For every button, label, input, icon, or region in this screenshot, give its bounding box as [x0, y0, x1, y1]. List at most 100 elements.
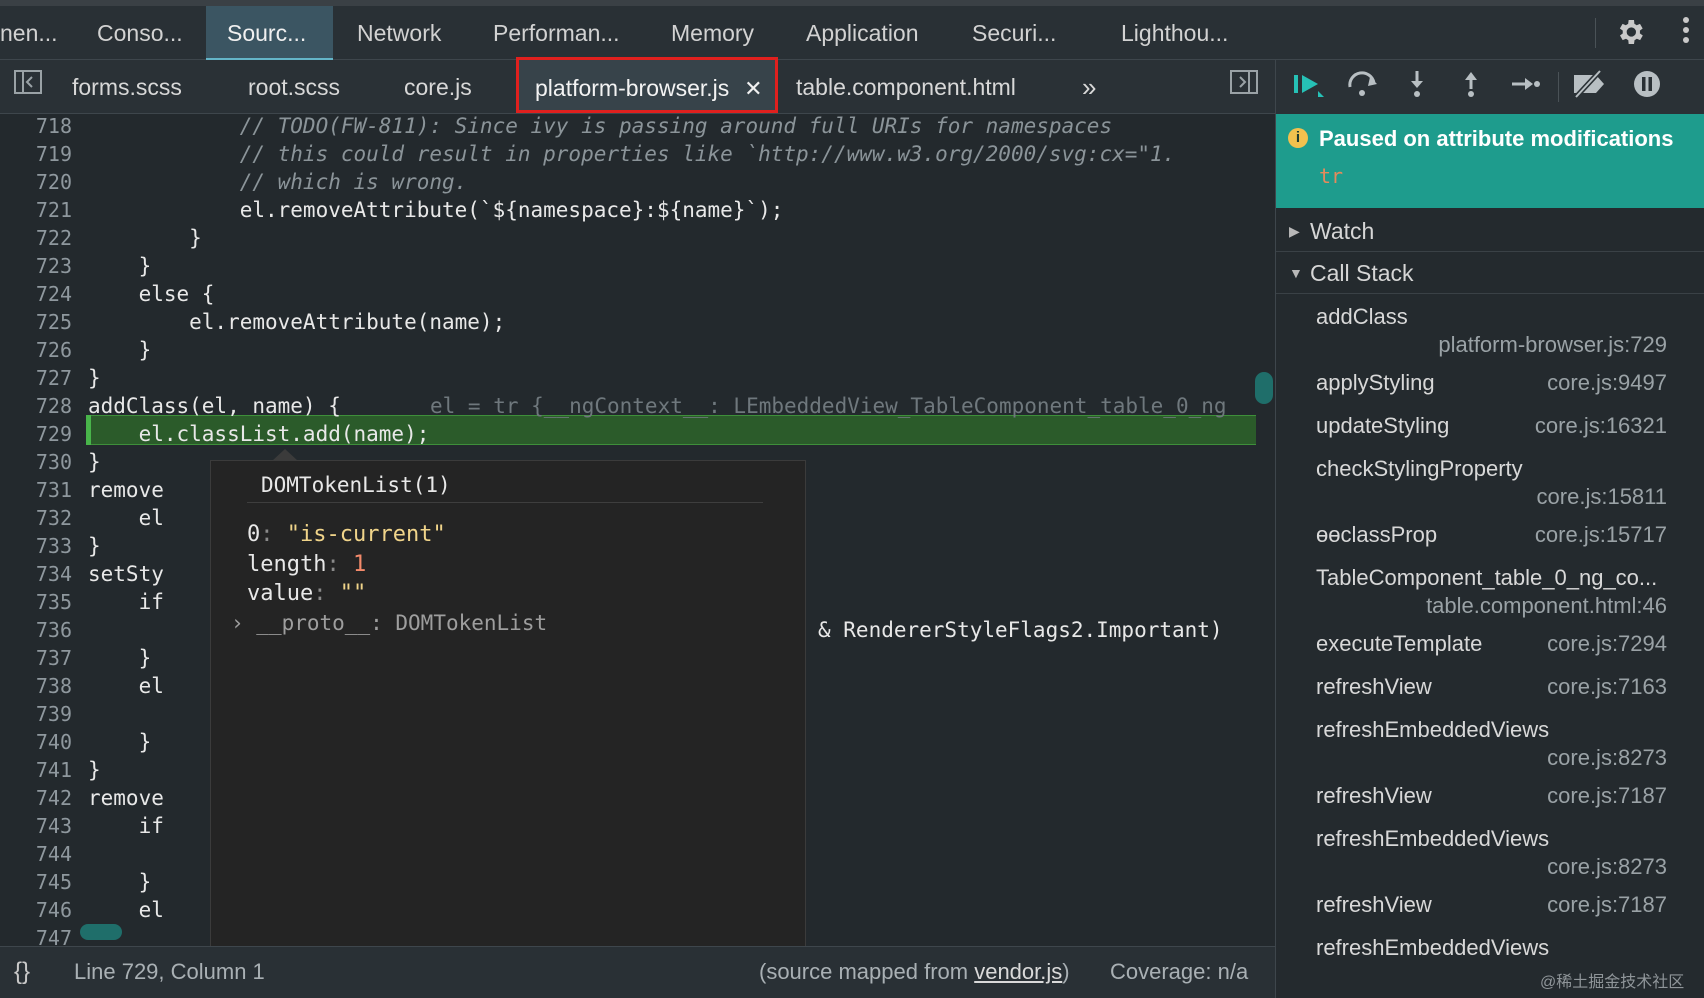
code-line[interactable]: else {: [88, 282, 215, 310]
call-frame[interactable]: refreshView core.js:7187: [1276, 886, 1704, 929]
call-frame[interactable]: TableComponent_table_0_ng_co... table.com…: [1276, 559, 1704, 625]
line-number[interactable]: 719: [0, 142, 72, 166]
code-line[interactable]: el: [88, 898, 164, 926]
navigator-toggle-icon[interactable]: [10, 68, 46, 104]
code-line[interactable]: remove: [88, 786, 164, 814]
line-number[interactable]: 747: [0, 926, 72, 946]
call-frame-location[interactable]: table.component.html:46: [1426, 593, 1667, 619]
code-line[interactable]: // this could result in properties like …: [88, 142, 1176, 170]
code-line[interactable]: remove: [88, 478, 164, 506]
object-preview-popover[interactable]: DOMTokenList(1) 0: "is-current" length: …: [210, 460, 806, 957]
section-watch[interactable]: ▶ Watch: [1276, 210, 1704, 252]
call-frame[interactable]: refreshView core.js:7187: [1276, 777, 1704, 820]
line-number[interactable]: 718: [0, 114, 72, 138]
call-frame-location[interactable]: core.js:8273: [1547, 745, 1667, 771]
code-line[interactable]: }: [88, 534, 101, 562]
line-number[interactable]: 736: [0, 618, 72, 642]
call-frame[interactable]: refreshView core.js:7163: [1276, 668, 1704, 711]
line-number[interactable]: 741: [0, 758, 72, 782]
line-number[interactable]: 745: [0, 870, 72, 894]
line-number[interactable]: 725: [0, 310, 72, 334]
call-frame[interactable]: ɵɵclassProp core.js:15717: [1276, 516, 1704, 559]
line-number[interactable]: 726: [0, 338, 72, 362]
line-number[interactable]: 733: [0, 534, 72, 558]
line-number[interactable]: 746: [0, 898, 72, 922]
tab-lighthouse[interactable]: Lighthou...: [1121, 6, 1228, 60]
code-line[interactable]: }: [88, 870, 152, 898]
code-line[interactable]: }: [88, 366, 101, 394]
line-number[interactable]: 720: [0, 170, 72, 194]
double-chevron-icon[interactable]: »: [1082, 60, 1096, 114]
tab-network[interactable]: Network: [357, 6, 441, 60]
horizontal-scrollbar-thumb[interactable]: [80, 924, 122, 940]
code-line[interactable]: }: [88, 450, 101, 478]
code-line[interactable]: // TODO(FW-811): Since ivy is passing ar…: [88, 114, 1112, 142]
call-frame-location[interactable]: core.js:7163: [1547, 674, 1667, 700]
source-map-link[interactable]: vendor.js: [974, 959, 1062, 984]
call-frame[interactable]: refreshEmbeddedViews core.js:8273: [1276, 820, 1704, 886]
call-frame[interactable]: refreshEmbeddedViews core.js:8273: [1276, 711, 1704, 777]
code-line[interactable]: el.removeAttribute(name);: [88, 310, 505, 338]
file-tab-platform-browser-js[interactable]: platform-browser.js ✕: [516, 57, 778, 113]
resume-icon[interactable]: [1290, 69, 1328, 105]
code-line[interactable]: if: [88, 590, 164, 618]
line-number[interactable]: 744: [0, 842, 72, 866]
gear-icon[interactable]: [1612, 16, 1648, 52]
kebab-icon[interactable]: [1668, 16, 1704, 52]
line-number[interactable]: 729: [0, 422, 72, 446]
line-number-gutter[interactable]: 718 719 720 721 722 723 724 725 726 727 728 729 730 7…: [0, 114, 80, 946]
code-line[interactable]: }: [88, 730, 152, 758]
code-line[interactable]: addClass(el, name) {: [88, 394, 341, 422]
section-call-stack[interactable]: ▼ Call Stack: [1276, 252, 1704, 294]
call-frame[interactable]: addClass platform-browser.js:729: [1276, 298, 1704, 364]
tab-performance[interactable]: Performan...: [493, 6, 620, 60]
line-number[interactable]: 722: [0, 226, 72, 250]
tab-elements[interactable]: nen...: [0, 6, 58, 60]
file-tab-core-js[interactable]: core.js: [404, 60, 472, 114]
call-frame-location[interactable]: platform-browser.js:729: [1438, 332, 1667, 358]
call-frame[interactable]: checkStylingProperty core.js:15811: [1276, 450, 1704, 516]
vertical-scrollbar-thumb[interactable]: [1255, 372, 1273, 404]
popover-proto-entry[interactable]: › __proto__: DOMTokenList: [231, 611, 547, 635]
tab-console[interactable]: Conso...: [97, 6, 183, 60]
line-number[interactable]: 737: [0, 646, 72, 670]
file-tab-forms-scss[interactable]: forms.scss: [72, 60, 182, 114]
code-line[interactable]: el: [88, 674, 164, 702]
step-out-icon[interactable]: [1452, 69, 1490, 105]
code-line[interactable]: // which is wrong.: [88, 170, 468, 198]
line-number[interactable]: 721: [0, 198, 72, 222]
pretty-print-button[interactable]: {}: [14, 947, 30, 997]
code-line[interactable]: }: [88, 254, 152, 282]
call-frame-location[interactable]: core.js:7187: [1547, 783, 1667, 809]
paused-node[interactable]: tr: [1319, 164, 1343, 188]
popover-entry[interactable]: value: "": [247, 581, 366, 606]
call-frame[interactable]: refreshEmbeddedViews: [1276, 929, 1704, 972]
line-number[interactable]: 723: [0, 254, 72, 278]
call-frame-location[interactable]: core.js:8273: [1547, 854, 1667, 880]
tab-sources[interactable]: Sourc...: [206, 6, 333, 60]
expand-chevron-icon[interactable]: ›: [231, 611, 256, 635]
file-tab-table-component-html[interactable]: table.component.html: [796, 60, 1016, 114]
code-line[interactable]: el.removeAttribute(`${namespace}:${name}…: [88, 198, 784, 226]
line-number[interactable]: 735: [0, 590, 72, 614]
call-frame-location[interactable]: core.js:9497: [1547, 370, 1667, 396]
call-frame-location[interactable]: core.js:15717: [1535, 522, 1667, 548]
line-number[interactable]: 734: [0, 562, 72, 586]
popover-entry[interactable]: 0: "is-current": [247, 522, 446, 547]
code-line[interactable]: }: [88, 226, 202, 254]
step-into-icon[interactable]: [1398, 69, 1436, 105]
step-icon[interactable]: [1506, 69, 1544, 105]
code-line[interactable]: setSty: [88, 562, 164, 590]
code-line[interactable]: }: [88, 646, 152, 674]
line-number[interactable]: 739: [0, 702, 72, 726]
code-line[interactable]: el.classList.add(name);: [88, 422, 430, 450]
call-frame[interactable]: updateStyling core.js:16321: [1276, 407, 1704, 450]
code-line[interactable]: if: [88, 814, 164, 842]
call-frame-location[interactable]: core.js:7187: [1547, 892, 1667, 918]
line-number[interactable]: 742: [0, 786, 72, 810]
line-number[interactable]: 727: [0, 366, 72, 390]
line-number[interactable]: 731: [0, 478, 72, 502]
code-line-tail[interactable]: & RendererStyleFlags2.Important): [818, 618, 1223, 646]
line-number[interactable]: 728: [0, 394, 72, 418]
call-frame[interactable]: applyStyling core.js:9497: [1276, 364, 1704, 407]
